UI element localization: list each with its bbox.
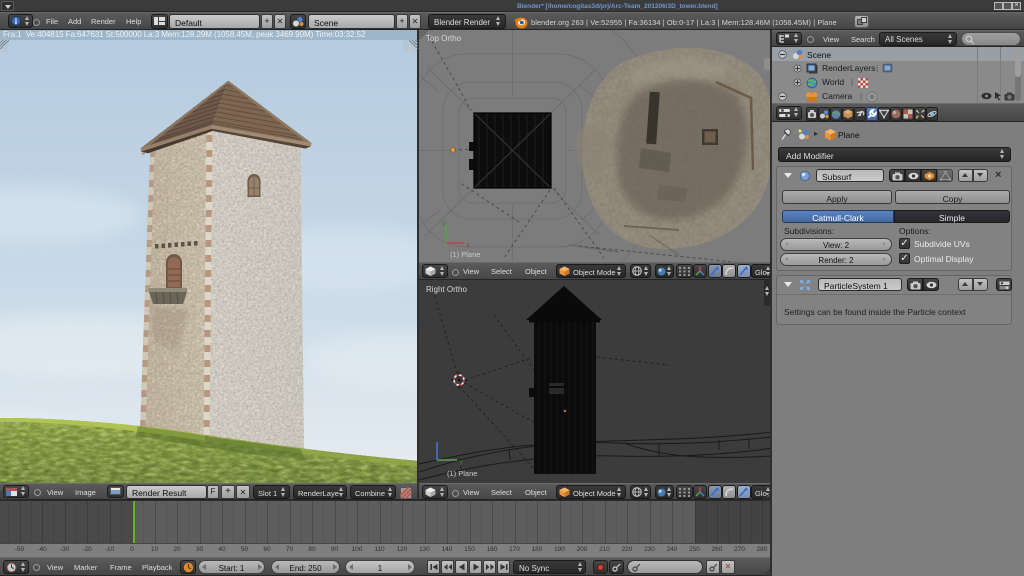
svg-text:x: x	[466, 242, 470, 249]
svg-text:y: y	[442, 220, 446, 227]
svg-text:Right Ortho: Right Ortho	[426, 285, 467, 294]
svg-text:y: y	[459, 459, 463, 466]
svg-text:(1) Plane: (1) Plane	[450, 250, 480, 259]
svg-text:(1) Plane: (1) Plane	[447, 469, 477, 478]
svg-text:Top Ortho: Top Ortho	[426, 34, 462, 43]
